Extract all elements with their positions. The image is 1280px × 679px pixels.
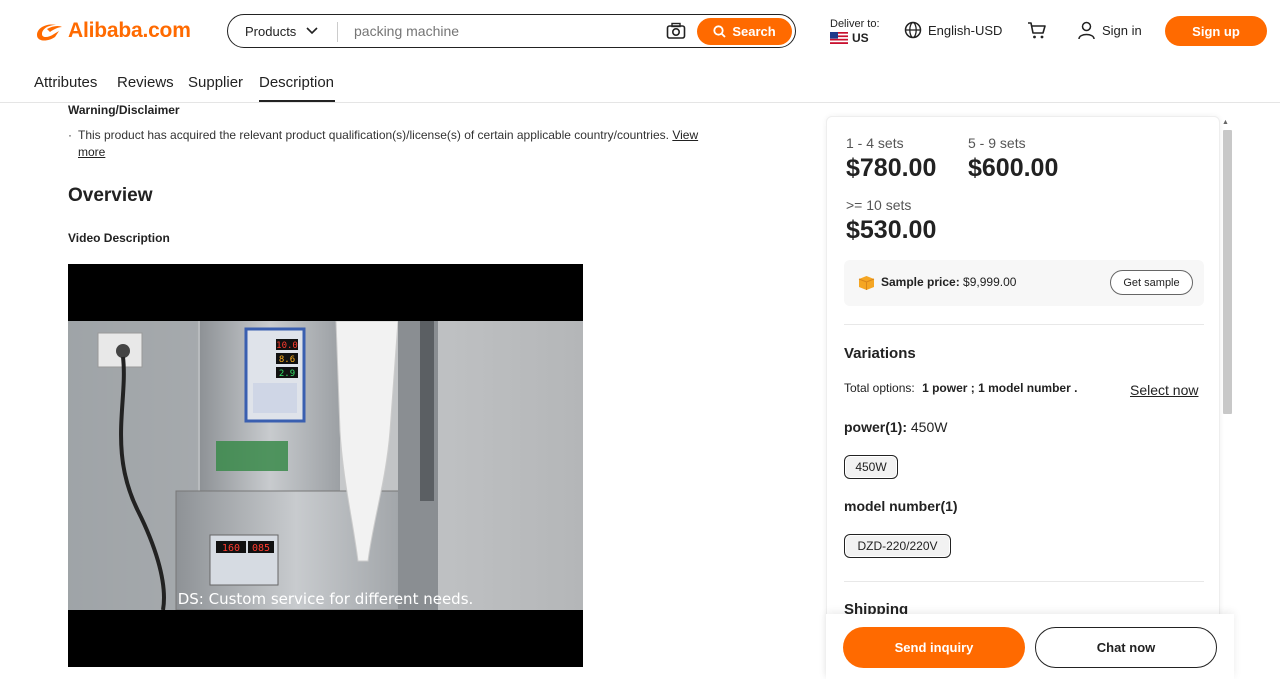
tier-quantity: >= 10 sets: [846, 197, 912, 213]
sample-price-box: Sample price: $9,999.00 Get sample: [844, 260, 1204, 306]
purchase-panel: 1 - 4 sets $780.00 5 - 9 sets $600.00 >=…: [826, 116, 1220, 679]
logo-text: Alibaba.com: [68, 19, 191, 42]
video-panel-mid-value: 8.6: [279, 355, 295, 365]
get-sample-button[interactable]: Get sample: [1110, 270, 1193, 295]
total-options: Total options: 1 power ; 1 model number …: [844, 381, 1077, 395]
search-icon: [713, 25, 726, 38]
camera-search-icon[interactable]: [666, 22, 686, 45]
user-icon: [1078, 21, 1095, 40]
panel-scrollbar-thumb[interactable]: [1223, 130, 1232, 414]
product-tabs: Attributes Reviews Supplier Description: [0, 62, 1280, 103]
category-dropdown[interactable]: Products: [245, 15, 318, 47]
deliver-to-selector[interactable]: Deliver to: US: [830, 17, 880, 45]
view-more-link-part2: more: [78, 145, 106, 159]
price-tier-1: 1 - 4 sets $780.00: [846, 135, 936, 183]
model-option-chip[interactable]: DZD-220/220V: [844, 534, 951, 558]
category-label: Products: [245, 23, 297, 39]
price-tier-3: >= 10 sets $530.00: [846, 197, 936, 245]
deliver-country: US: [830, 31, 880, 45]
sample-price-value: $9,999.00: [963, 275, 1017, 289]
deliver-label: Deliver to:: [830, 18, 880, 30]
sign-up-button[interactable]: Sign up: [1165, 16, 1267, 46]
search-input[interactable]: [354, 15, 654, 47]
tier-quantity: 5 - 9 sets: [968, 135, 1026, 151]
video-description-heading: Video Description: [68, 231, 170, 245]
video-display-b: 085: [252, 543, 270, 554]
product-video-player[interactable]: 10.0 8.6 2.9 160 085 DS: Custom service …: [68, 264, 583, 667]
model-number-label: model number(1): [844, 498, 958, 514]
sample-price-text: Sample price: $9,999.00: [881, 275, 1016, 289]
power-option-chip[interactable]: 450W: [844, 455, 898, 479]
variations-title: Variations: [844, 345, 916, 362]
alibaba-logo[interactable]: Alibaba.com: [34, 18, 191, 44]
top-header: Alibaba.com Products Search Deliver to: …: [0, 0, 1280, 62]
search-button-label: Search: [732, 24, 776, 39]
warning-text-block: · This product has acquired the relevant…: [68, 127, 758, 161]
tab-supplier[interactable]: Supplier: [188, 74, 243, 91]
power-attribute: power(1): 450W: [844, 419, 947, 435]
power-value: 450W: [910, 419, 948, 435]
alibaba-logo-icon: [37, 24, 62, 41]
deliver-country-code: US: [852, 31, 869, 45]
video-caption: DS: Custom service for different needs.: [177, 590, 474, 608]
cart-icon[interactable]: [1027, 21, 1047, 45]
globe-icon: [904, 21, 922, 39]
power-label: power(1):: [844, 419, 907, 435]
select-now-link[interactable]: Select now: [1130, 382, 1198, 398]
warning-title: Warning/Disclaimer: [68, 103, 180, 117]
tier-price: $530.00: [846, 216, 937, 244]
tab-description[interactable]: Description: [259, 74, 334, 91]
tier-quantity: 1 - 4 sets: [846, 135, 904, 151]
sample-box-icon: [858, 275, 875, 296]
overview-heading: Overview: [68, 185, 153, 206]
model-number-attribute: model number(1): [844, 498, 958, 514]
language-selector[interactable]: English-USD: [904, 21, 1002, 39]
view-more-link-part1: View: [672, 128, 699, 142]
total-options-label: Total options:: [844, 381, 915, 395]
send-inquiry-button[interactable]: Send inquiry: [843, 627, 1025, 668]
video-panel-top-value: 10.0: [276, 341, 298, 351]
chevron-down-icon: [306, 27, 318, 35]
sample-price-label: Sample price:: [881, 275, 960, 289]
section-divider: [844, 581, 1204, 582]
warning-text: This product has acquired the relevant p…: [78, 128, 669, 142]
tier-price: $780.00: [846, 154, 937, 182]
video-frame-image: 10.0 8.6 2.9 160 085: [68, 321, 583, 610]
video-display-a: 160: [222, 543, 240, 554]
search-divider: [337, 22, 338, 42]
us-flag-icon: [830, 32, 848, 44]
inquiry-action-bar: Send inquiry Chat now: [826, 614, 1234, 679]
section-divider: [844, 324, 1204, 325]
video-panel-low-value: 2.9: [279, 369, 295, 379]
sign-in-link[interactable]: Sign in: [1078, 21, 1142, 40]
sign-in-label: Sign in: [1102, 23, 1142, 38]
active-tab-indicator: [259, 100, 335, 102]
language-label: English-USD: [928, 22, 1003, 38]
tab-attributes[interactable]: Attributes: [34, 74, 97, 91]
tab-reviews[interactable]: Reviews: [117, 74, 174, 91]
tier-price: $600.00: [968, 154, 1059, 182]
scroll-up-arrow-icon[interactable]: ▲: [1222, 119, 1229, 126]
warning-bullet: ·: [68, 128, 72, 142]
search-bar: Products Search: [227, 14, 796, 48]
total-options-value: 1 power ; 1 model number .: [922, 381, 1078, 395]
search-button[interactable]: Search: [697, 18, 792, 45]
chat-now-button[interactable]: Chat now: [1035, 627, 1217, 668]
price-tier-2: 5 - 9 sets $600.00: [968, 135, 1058, 183]
